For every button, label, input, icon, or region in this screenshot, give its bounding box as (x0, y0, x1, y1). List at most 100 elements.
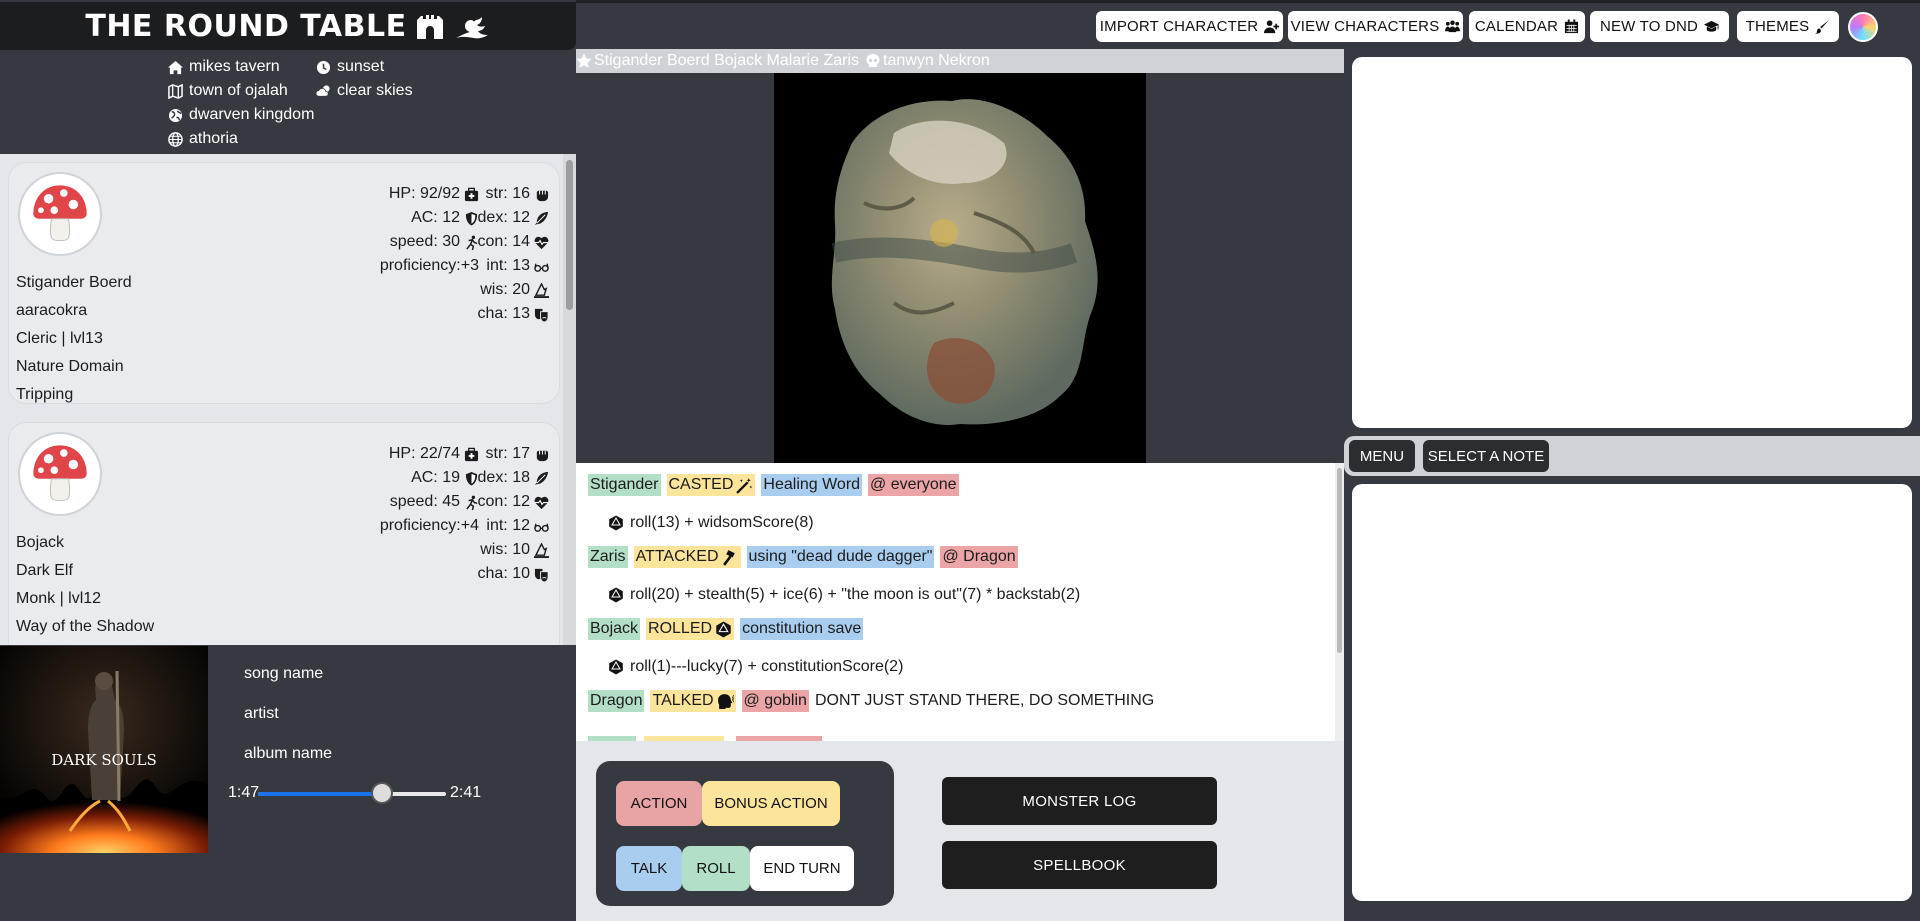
song-name: song name (244, 665, 324, 682)
log-what: Healing Word (761, 474, 863, 496)
combat-log[interactable]: Stigander CASTED Healing Word @ everyone… (576, 463, 1344, 741)
action-button[interactable]: ACTION (616, 781, 702, 826)
log-what: constitution save (740, 618, 864, 640)
skull-icon (866, 54, 880, 67)
wis-stat: wis: 20 (480, 281, 549, 299)
talk-button[interactable]: TALK (616, 846, 682, 891)
cha-stat: cha: 13 (478, 305, 549, 323)
glasses-icon (534, 523, 549, 532)
view-characters-button[interactable]: VIEW CHARACTERS (1288, 11, 1463, 42)
end-turn-button[interactable]: END TURN (750, 846, 854, 891)
right-top-panel (1352, 57, 1912, 428)
time-of-day: sunset (316, 58, 384, 76)
themes-label: THEMES (1745, 18, 1810, 35)
character-race: aaracokra (16, 302, 88, 319)
world-map[interactable] (774, 73, 1146, 463)
new-to-dnd-button[interactable]: NEW TO DND (1590, 11, 1729, 42)
bonus-action-button[interactable]: BONUS ACTION (702, 781, 840, 826)
mushroom-avatar (18, 172, 102, 256)
location-info: mikes tavern town of ojalah dwarven king… (166, 54, 566, 154)
character-list[interactable]: Stigander Boerd aaracokra Cleric | lvl13… (0, 154, 576, 645)
dice-d20-icon (609, 587, 623, 603)
hat-wizard-icon (534, 282, 549, 298)
dead-party-member: tanwyn Nekron (883, 52, 990, 69)
speed-stat: speed: 45 (390, 493, 479, 511)
medkit-icon (464, 187, 479, 201)
character-card[interactable]: Stigander Boerd aaracokra Cleric | lvl13… (8, 162, 560, 404)
dex-stat: dex: 18 (478, 469, 549, 487)
album-art: DARK SOULS (0, 646, 208, 853)
character-subclass: Way of the Shadow (16, 618, 155, 635)
hp-stat: HP: 92/92 (389, 185, 479, 203)
dice-d20-icon (716, 621, 731, 637)
clock-icon (316, 60, 331, 74)
log-verb: ROLLED (646, 618, 735, 640)
hat-wizard-icon (534, 542, 549, 558)
glasses-icon (534, 263, 549, 272)
con-stat: con: 14 (478, 233, 549, 251)
log-target: @ Dragon (940, 546, 1018, 568)
log-message: DONT JUST STAND THERE, DO SOMETHING (814, 692, 1155, 709)
progress-track[interactable] (258, 792, 446, 796)
album-art-text: DARK SOULS (51, 751, 157, 769)
monster-log-button[interactable]: MONSTER LOG (942, 777, 1217, 825)
medkit-icon (464, 447, 479, 461)
album-name: album name (244, 745, 333, 762)
progress-thumb[interactable] (371, 782, 394, 804)
themes-button[interactable]: THEMES (1737, 11, 1839, 42)
fist-icon (536, 450, 549, 461)
ac-stat: AC: 12 (411, 209, 479, 227)
log-entry: Dragon TALKED @ goblin DONT JUST STAND T… (588, 690, 1154, 712)
roll-button[interactable]: ROLL (682, 846, 750, 891)
location-town: town of ojalah (168, 82, 288, 100)
log-roll: roll(20) + stealth(5) + ice(6) + "the mo… (608, 586, 1080, 604)
log-target: @ everyone (868, 474, 959, 496)
select-note-button[interactable]: SELECT A NOTE (1423, 440, 1549, 472)
star-icon (576, 53, 592, 68)
magic-wand-icon (736, 477, 753, 494)
log-scroll-thumb[interactable] (1337, 468, 1342, 653)
notes-menu-button[interactable]: MENU (1349, 440, 1415, 472)
party-names: Stigander Boerd Bojack Malarie Zaris (594, 52, 860, 69)
ac-stat: AC: 19 (411, 469, 479, 487)
spellbook-button[interactable]: SPELLBOOK (942, 841, 1217, 889)
current-time: 1:47 (228, 784, 260, 801)
theater-masks-icon (534, 568, 549, 582)
log-entry: Stigander CASTED Healing Word @ everyone (588, 474, 959, 496)
con-stat: con: 12 (478, 493, 549, 511)
total-time: 2:41 (450, 784, 482, 801)
log-actor: Zaris (588, 546, 628, 568)
proficiency-stat: proficiency:+3 (379, 257, 479, 274)
log-roll: roll(13) + widsomScore(8) (608, 514, 814, 532)
theater-masks-icon (534, 308, 549, 322)
dice-d20-icon (609, 659, 623, 675)
proficiency-stat: proficiency:+4 (379, 517, 479, 534)
character-list-scroll-thumb[interactable] (566, 160, 573, 310)
character-name: Stigander Boerd (16, 274, 132, 291)
character-race: Dark Elf (16, 562, 73, 579)
import-character-button[interactable]: IMPORT CHARACTER (1096, 11, 1283, 42)
dex-stat: dex: 12 (478, 209, 549, 227)
graduation-cap-icon (1704, 20, 1720, 32)
user-avatar[interactable] (1848, 12, 1878, 42)
fist-icon (536, 190, 549, 201)
feather-icon (534, 471, 549, 485)
character-condition: Tripping (16, 386, 74, 403)
int-stat: int: 12 (486, 517, 549, 535)
hp-stat: HP: 22/74 (389, 445, 479, 463)
location-kingdom: dwarven kingdom (168, 106, 314, 124)
calendar-button[interactable]: CALENDAR (1469, 11, 1585, 42)
feather-icon (534, 211, 549, 225)
character-card[interactable]: Bojack Dark Elf Monk | lvl12 Way of the … (8, 422, 560, 645)
log-verb: CASTED (666, 474, 756, 496)
note-editor[interactable] (1352, 484, 1912, 901)
heartbeat-icon (534, 496, 549, 509)
speed-stat: speed: 30 (390, 233, 479, 251)
cloud-sun-icon (316, 84, 330, 97)
str-stat: str: 17 (486, 445, 549, 463)
log-actor: Dragon (588, 690, 645, 712)
log-verb: ATTACKED (633, 546, 741, 568)
weather: clear skies (316, 82, 413, 100)
map-icon (168, 83, 183, 99)
character-class: Cleric | lvl13 (16, 330, 103, 347)
